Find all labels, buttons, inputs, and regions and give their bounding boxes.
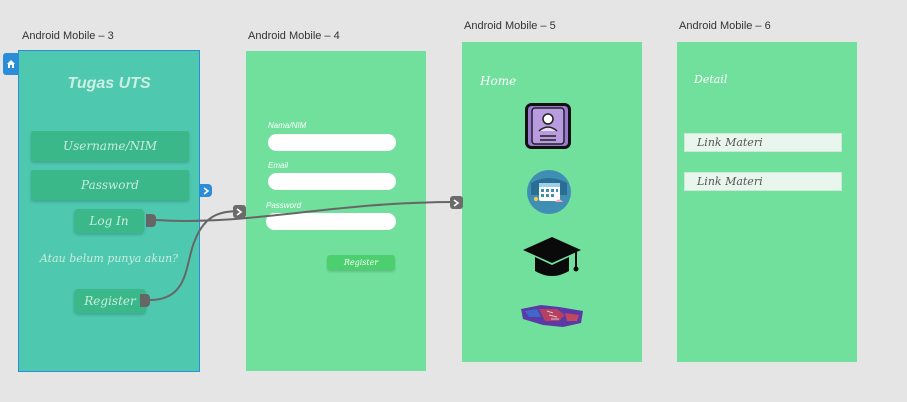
login-wire-handle[interactable] <box>146 214 156 227</box>
wire-register-to-form <box>149 210 241 301</box>
wire-arrow-login[interactable] <box>450 196 463 209</box>
register-wire-handle[interactable] <box>140 294 150 307</box>
wire-arrow-register[interactable] <box>233 205 246 218</box>
chevron-right-icon <box>236 207 243 216</box>
chevron-right-icon <box>453 198 460 207</box>
wire-login-to-home <box>155 201 457 222</box>
